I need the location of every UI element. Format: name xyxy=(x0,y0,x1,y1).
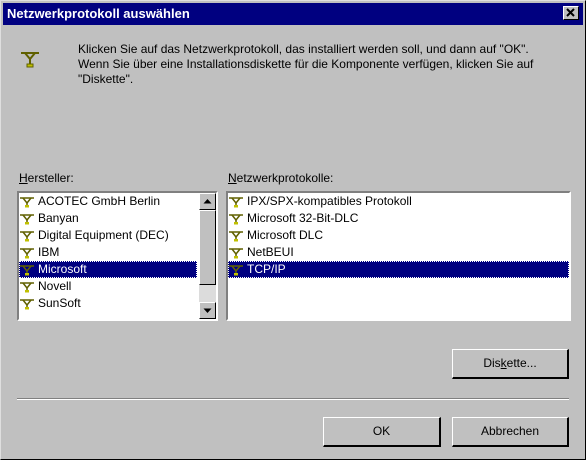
network-protocol-icon xyxy=(229,197,243,208)
manufacturer-item[interactable]: Digital Equipment (DEC) xyxy=(19,227,197,244)
network-protocol-icon xyxy=(21,52,39,68)
manufacturers-label: Hersteller: xyxy=(19,171,74,185)
network-protocol-icon xyxy=(20,248,34,259)
network-protocol-icon xyxy=(20,282,34,293)
protocol-item-label: Microsoft DLC xyxy=(247,228,324,242)
manufacturer-item-label: Banyan xyxy=(38,211,79,225)
manufacturer-item-label: Microsoft xyxy=(38,262,87,276)
network-protocol-icon xyxy=(20,265,34,276)
disk-button[interactable]: Diskette... xyxy=(452,349,569,379)
protocols-label-mnemonic: N xyxy=(228,171,237,185)
manufacturer-item[interactable]: IBM xyxy=(19,244,197,261)
manufacturer-item[interactable]: SunSoft xyxy=(19,295,197,312)
network-protocol-icon xyxy=(20,214,34,225)
network-protocol-icon xyxy=(20,197,34,208)
scroll-down-button[interactable] xyxy=(199,302,216,319)
protocol-item-label: IPX/SPX-kompatibles Protokoll xyxy=(247,194,412,208)
protocol-item-label: NetBEUI xyxy=(247,245,294,259)
manufacturer-item[interactable]: ACOTEC GmbH Berlin xyxy=(19,193,197,210)
protocols-list: IPX/SPX-kompatibles Protokoll Microsoft 3… xyxy=(228,193,569,278)
manufacturer-item[interactable]: Banyan xyxy=(19,210,197,227)
window-title: Netzwerkprotokoll auswählen xyxy=(7,6,190,21)
manufacturer-item-label: SunSoft xyxy=(38,296,81,310)
manufacturer-item[interactable]: Microsoft xyxy=(19,261,197,278)
scroll-up-button[interactable] xyxy=(199,193,216,210)
scroll-thumb[interactable] xyxy=(199,210,216,285)
manufacturer-item-label: Novell xyxy=(38,279,72,293)
network-protocol-icon xyxy=(229,248,243,259)
manufacturers-listbox[interactable]: ACOTEC GmbH Berlin Banyan Digital Equipmen… xyxy=(17,191,218,321)
manufacturer-item-label: IBM xyxy=(38,245,60,259)
arrow-up-icon xyxy=(203,199,212,204)
disk-button-text-2: ette... xyxy=(506,356,537,370)
title-bar: Netzwerkprotokoll auswählen xyxy=(3,3,583,25)
protocols-listbox[interactable]: IPX/SPX-kompatibles Protokoll Microsoft 3… xyxy=(226,191,571,321)
protocol-item[interactable]: NetBEUI xyxy=(228,244,569,261)
network-protocol-icon xyxy=(229,214,243,225)
manufacturer-item[interactable]: Novell xyxy=(19,278,197,295)
network-protocol-icon xyxy=(229,231,243,242)
manufacturers-list: ACOTEC GmbH Berlin Banyan Digital Equipmen… xyxy=(19,193,197,312)
disk-button-text-1: Dis xyxy=(483,356,501,370)
protocols-label: Netzwerkprotokolle: xyxy=(228,171,333,185)
manufacturers-label-mnemonic: H xyxy=(19,171,28,185)
separator xyxy=(17,398,569,400)
network-protocol-icon xyxy=(20,299,34,310)
close-icon xyxy=(566,8,575,17)
dialog-window: Netzwerkprotokoll auswählen Klicken Sie … xyxy=(0,0,586,460)
network-protocol-icon xyxy=(229,265,243,276)
manufacturer-item-label: ACOTEC GmbH Berlin xyxy=(38,194,161,208)
protocol-item-label: Microsoft 32-Bit-DLC xyxy=(247,211,359,225)
protocol-item-label: TCP/IP xyxy=(247,262,286,276)
protocol-item[interactable]: TCP/IP xyxy=(228,261,569,278)
manufacturers-label-text: ersteller: xyxy=(27,171,74,185)
cancel-button[interactable]: Abbrechen xyxy=(452,417,569,447)
protocol-item[interactable]: Microsoft 32-Bit-DLC xyxy=(228,210,569,227)
protocols-label-text: etzwerkprotokolle: xyxy=(236,171,334,185)
manufacturer-item-label: Digital Equipment (DEC) xyxy=(38,228,169,242)
ok-button[interactable]: OK xyxy=(323,417,441,447)
close-button[interactable] xyxy=(563,6,579,20)
network-protocol-icon xyxy=(20,231,34,242)
instruction-text: Klicken Sie auf das Netzwerkprotokoll, d… xyxy=(78,42,534,86)
arrow-down-icon xyxy=(203,308,212,313)
protocol-item[interactable]: Microsoft DLC xyxy=(228,227,569,244)
manufacturers-scrollbar[interactable] xyxy=(199,193,216,319)
protocol-item[interactable]: IPX/SPX-kompatibles Protokoll xyxy=(228,193,569,210)
